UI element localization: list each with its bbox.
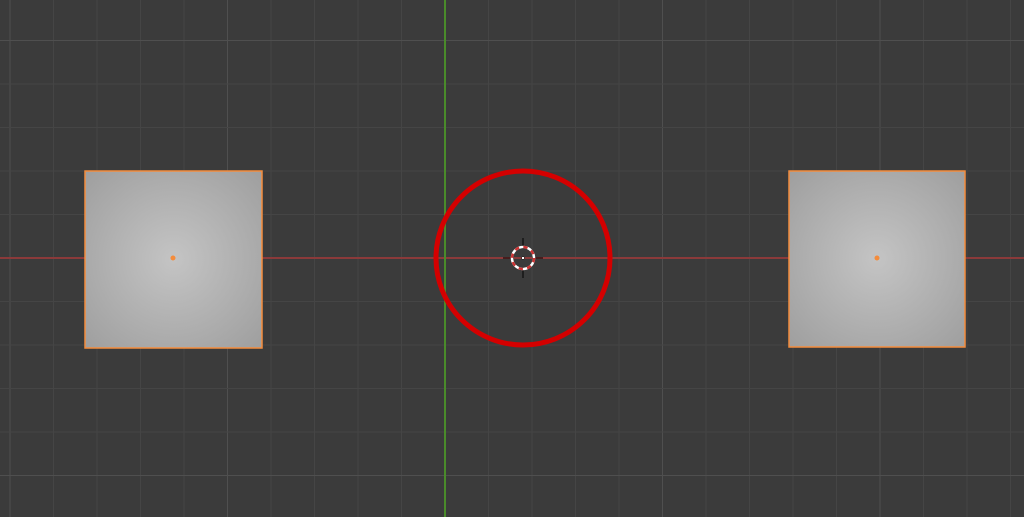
object-origin-icon [875, 256, 880, 261]
cube-left[interactable] [85, 171, 262, 348]
cube-right[interactable] [789, 171, 965, 347]
scene-objects[interactable] [85, 171, 965, 348]
3d-cursor[interactable] [503, 238, 543, 278]
3d-viewport[interactable] [0, 0, 1024, 517]
3d-cursor-icon[interactable] [503, 238, 543, 278]
object-origin-icon [171, 256, 176, 261]
